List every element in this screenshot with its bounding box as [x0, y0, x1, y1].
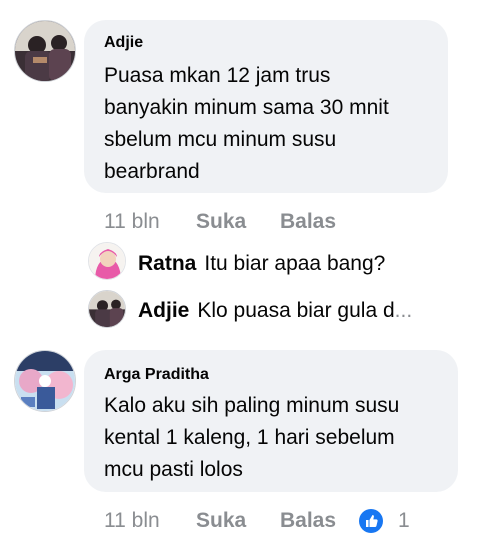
- avatar[interactable]: [14, 20, 76, 82]
- comment-text-line: Puasa mkan 12 jam trus: [104, 64, 331, 87]
- reply-button[interactable]: Balas: [280, 509, 336, 533]
- avatar-photo-arga: [15, 351, 75, 411]
- comment-text-line: Kalo aku sih paling minum susu: [104, 394, 400, 417]
- like-button[interactable]: Suka: [196, 210, 246, 234]
- like-button[interactable]: Suka: [196, 509, 246, 533]
- comment-author[interactable]: Arga Praditha: [104, 366, 209, 384]
- reply-item: Adjie Klo puasa biar gula d...: [138, 299, 412, 339]
- reply-text: Itu biar apaa bang?: [204, 252, 386, 275]
- avatar[interactable]: [88, 290, 126, 328]
- comment-text-line: mcu pasti lolos: [104, 458, 243, 481]
- reply-item: Ratna Itu biar apaa bang?: [138, 252, 385, 292]
- comment-author[interactable]: Adjie: [104, 34, 143, 52]
- reaction-count[interactable]: 1: [398, 509, 410, 533]
- timestamp[interactable]: 11 bln: [104, 509, 160, 533]
- timestamp[interactable]: 11 bln: [104, 210, 160, 234]
- comment-text-line: kental 1 kaleng, 1 hari sebelum: [104, 426, 395, 449]
- comment-actions: 11 bln Suka Balas 1: [104, 509, 444, 535]
- avatar-photo-adjie: [89, 291, 125, 327]
- comment-text: Kalo aku sih paling minum susu kental 1 …: [104, 390, 442, 486]
- comment-text-line: banyakin minum sama 30 mnit: [104, 96, 389, 119]
- comment-text-line: sbelum mcu minum susu: [104, 128, 337, 151]
- reply-button[interactable]: Balas: [280, 210, 336, 234]
- like-icon[interactable]: [358, 508, 384, 534]
- avatar-photo-adjie: [15, 21, 75, 81]
- reply-author[interactable]: Ratna: [138, 252, 196, 275]
- comment-bubble: Arga Praditha Kalo aku sih paling minum …: [84, 350, 458, 492]
- comment-text-line: bearbrand: [104, 160, 200, 183]
- comment-actions: 11 bln Suka Balas: [104, 210, 444, 236]
- avatar-photo-ratna: [89, 243, 125, 279]
- comment-bubble: Adjie Puasa mkan 12 jam trus banyakin mi…: [84, 20, 448, 193]
- comment-text: Puasa mkan 12 jam trus banyakin minum sa…: [104, 60, 432, 188]
- avatar[interactable]: [88, 242, 126, 280]
- reply-ellipsis: ...: [394, 299, 413, 322]
- reply-text: Klo puasa biar gula d: [197, 299, 395, 322]
- avatar[interactable]: [14, 350, 76, 412]
- reply-author[interactable]: Adjie: [138, 299, 189, 322]
